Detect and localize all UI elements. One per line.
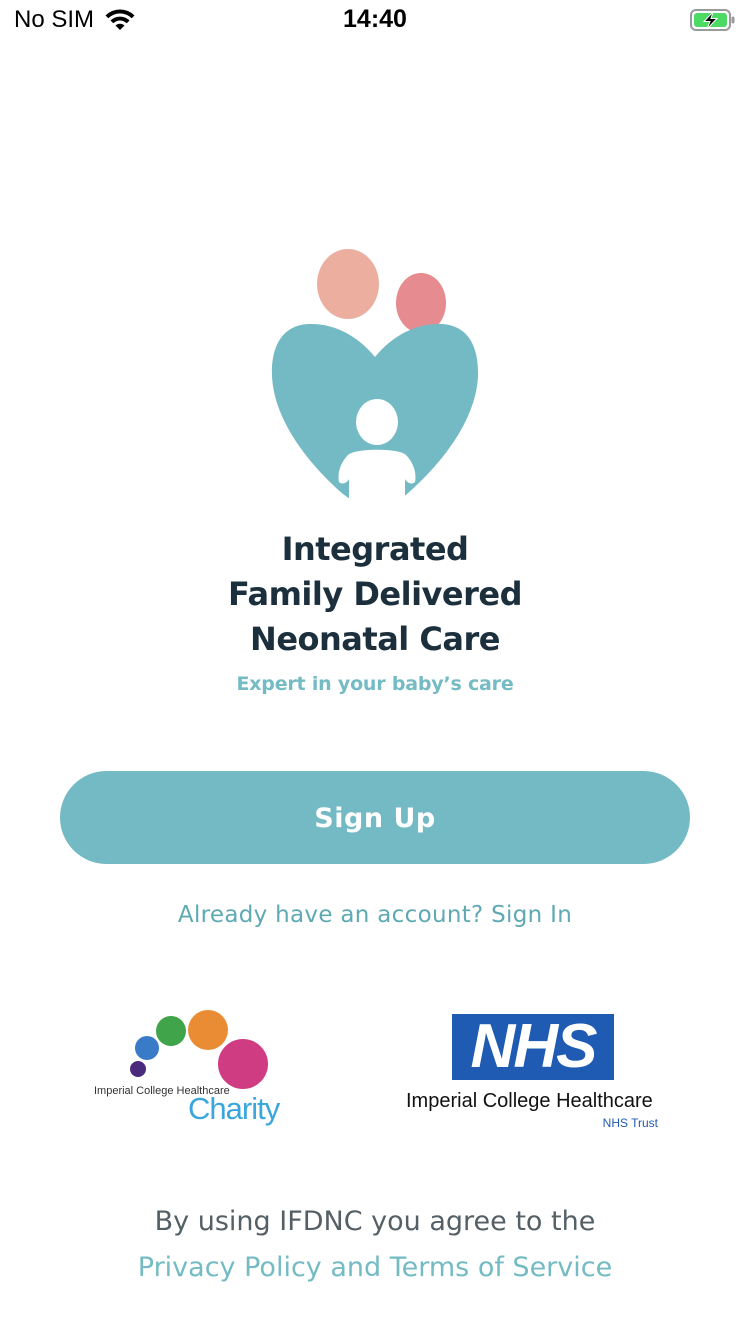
nhs-logo: NHS Imperial College Healthcare NHS Trus… bbox=[400, 1012, 662, 1134]
welcome-screen: No SIM 14:40 Integrated Family Delivered… bbox=[0, 0, 750, 1334]
clock: 14:40 bbox=[343, 5, 407, 33]
title-line-2: Family Delivered bbox=[227, 575, 523, 613]
nhs-letters: NHS bbox=[470, 1012, 598, 1081]
charity-logo: Imperial College Healthcare Charity bbox=[90, 1005, 305, 1135]
sign-up-button[interactable]: Sign Up bbox=[60, 771, 690, 864]
terms-notice: By using IFDNC you agree to the bbox=[154, 1206, 596, 1237]
nhs-trust-label: NHS Trust bbox=[602, 1116, 658, 1130]
sign-in-link[interactable]: Already have an account? Sign In bbox=[0, 902, 750, 928]
family-heart-logo-icon bbox=[271, 249, 479, 513]
title-line-3: Neonatal Care bbox=[250, 620, 500, 658]
title-line-1: Integrated bbox=[281, 530, 469, 568]
privacy-terms-link[interactable]: Privacy Policy and Terms of Service bbox=[0, 1252, 750, 1283]
app-title: Integrated Family Delivered Neonatal Car… bbox=[0, 527, 750, 662]
tagline: Expert in your baby’s care bbox=[236, 673, 514, 695]
charity-name: Charity bbox=[188, 1091, 280, 1126]
battery-charging-icon bbox=[690, 9, 735, 31]
status-bar: No SIM 14:40 bbox=[0, 0, 750, 40]
nhs-org-label: Imperial College Healthcare bbox=[406, 1090, 653, 1112]
nhs-badge: NHS bbox=[452, 1014, 614, 1080]
